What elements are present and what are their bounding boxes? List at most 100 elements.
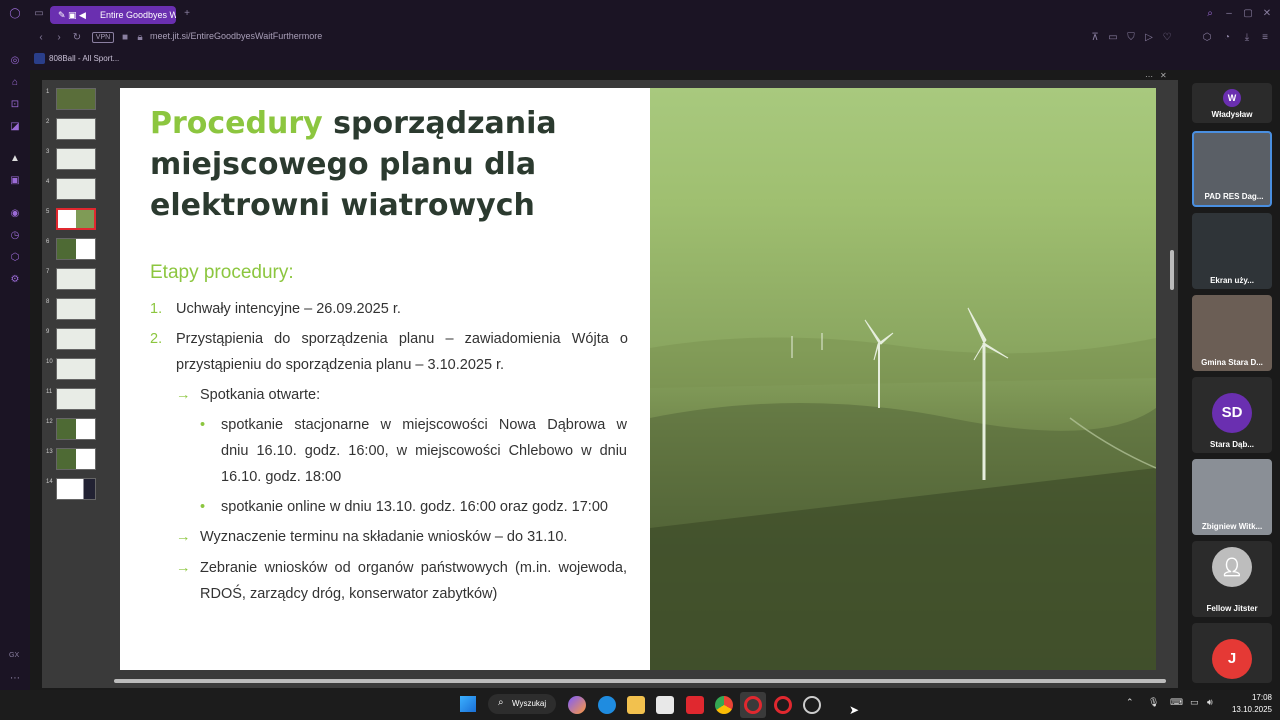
item1-text: Uchwały intencyjne – 26.09.2025 r. — [176, 301, 401, 317]
bullet1-line-3: 16.10. godz. 18:00 — [221, 469, 342, 485]
back-icon[interactable]: ‹ — [34, 31, 48, 45]
sidebar-twitch-icon[interactable]: ▣ — [8, 174, 22, 188]
thumbnail-number: 4 — [46, 179, 50, 185]
bookmark-808ball[interactable]: 808Ball - All Sport... — [49, 54, 119, 63]
maximize-icon[interactable]: ▢ — [1241, 7, 1255, 21]
bullet2-text: spotkanie online w dniu 13.10. godz. 16:… — [221, 499, 608, 515]
active-tab[interactable]: ✎ ▣ ◀ Entire Goodbyes W — [50, 6, 176, 24]
item2-line-1: Przystąpienia do sporządzenia planu – za… — [176, 331, 628, 347]
extensions-icon[interactable]: ⬡ — [1200, 31, 1214, 45]
sidebar-messenger-icon[interactable]: ◪ — [8, 120, 22, 134]
slide-thumbnail[interactable] — [56, 148, 96, 170]
screen-options-icon[interactable]: ⋯ — [1145, 72, 1153, 81]
taskbar-time[interactable]: 17:08 — [1226, 693, 1272, 702]
participant-avatar: SD — [1212, 393, 1252, 433]
screen-close-icon[interactable]: ✕ — [1160, 71, 1167, 80]
search-icon: ⌕ — [498, 697, 504, 708]
opera-gx-logo-icon[interactable]: ◯ — [8, 7, 22, 21]
slide-thumbnail[interactable] — [56, 478, 96, 500]
wps-icon[interactable] — [686, 696, 704, 714]
lock-icon[interactable]: 🔒︎ — [133, 31, 147, 45]
slide-thumbnail[interactable] — [56, 298, 96, 320]
participant-avatar: J — [1212, 639, 1252, 679]
slide-subtitle: Etapy procedury: — [150, 262, 294, 283]
windows-start-icon[interactable] — [460, 696, 476, 712]
participant-name: Gmina Stara D... — [1201, 358, 1263, 367]
reload-icon[interactable]: ↻ — [70, 31, 84, 45]
slide-thumbnail[interactable] — [56, 118, 96, 140]
participant-tile[interactable]: J — [1192, 623, 1272, 683]
clock-app-icon[interactable] — [803, 696, 821, 714]
pin-icon[interactable]: ⊼ — [1088, 31, 1102, 45]
participant-tile[interactable]: Gmina Stara D... — [1192, 295, 1272, 371]
minimize-icon[interactable]: – — [1222, 7, 1236, 21]
keyboard-icon[interactable]: ⌨ — [1170, 697, 1183, 708]
vertical-scrollbar[interactable] — [1170, 250, 1174, 290]
volume-icon[interactable]: 🔊︎ — [1207, 697, 1213, 708]
heart-icon[interactable]: ♡ — [1160, 31, 1174, 45]
slide-thumbnail[interactable] — [56, 238, 96, 260]
participant-tile[interactable]: PAD RES Dag... — [1192, 131, 1272, 207]
participant-tile[interactable]: Ekran uży... — [1192, 213, 1272, 289]
copilot-icon[interactable] — [568, 696, 586, 714]
shield-icon[interactable]: ⛉ — [1124, 31, 1138, 45]
mic-icon[interactable]: 🎙︎ — [1148, 697, 1159, 708]
workspaces-icon[interactable]: ▭ — [32, 7, 46, 21]
play-icon[interactable]: ▷ — [1142, 31, 1156, 45]
close-window-icon[interactable]: ✕ — [1260, 7, 1274, 21]
chrome-icon[interactable] — [715, 696, 733, 714]
url-text[interactable]: meet.jit.si/EntireGoodbyesWaitFurthermor… — [150, 31, 322, 41]
edge-icon[interactable] — [598, 696, 616, 714]
sub1-text: Spotkania otwarte: — [200, 387, 321, 403]
thumbnail-number: 12 — [46, 419, 53, 425]
sidebar-bag-icon[interactable]: ⌂ — [8, 76, 22, 90]
search-icon[interactable]: ⌕ — [1203, 7, 1217, 21]
slide-thumbnail[interactable] — [56, 208, 96, 230]
slide-thumbnail[interactable] — [56, 88, 96, 110]
taskbar-date[interactable]: 13.10.2025 — [1222, 705, 1272, 714]
slide-thumbnail[interactable] — [56, 448, 96, 470]
tray-chevron-icon[interactable]: ⌃ — [1126, 697, 1134, 708]
forward-icon[interactable]: › — [52, 31, 66, 45]
taskbar-search-box[interactable]: ⌕ Wyszukaj — [488, 694, 556, 714]
slide-thumbnail[interactable] — [56, 178, 96, 200]
participant-tile[interactable]: 👤︎ Fellow Jitster — [1192, 541, 1272, 617]
slide-thumbnail[interactable] — [56, 328, 96, 350]
vpn-badge[interactable]: VPN — [92, 32, 114, 43]
horizontal-scrollbar[interactable] — [114, 679, 1166, 683]
slide-thumbnail[interactable] — [56, 418, 96, 440]
slide-thumbnail[interactable] — [56, 358, 96, 380]
slide-thumbnail[interactable] — [56, 388, 96, 410]
bell-icon[interactable]: ◔ — [1220, 31, 1234, 45]
store-icon[interactable] — [656, 696, 674, 714]
wind-turbines-image — [650, 307, 1156, 670]
display-icon[interactable]: ▭ — [1190, 697, 1199, 708]
participant-avatar: W — [1223, 89, 1241, 107]
sidebar-extensions-icon[interactable]: ⬡ — [8, 251, 22, 265]
participant-tile[interactable]: W Władysław — [1192, 83, 1272, 123]
sidebar-history-icon[interactable]: ◷ — [8, 229, 22, 243]
thumbnail-number: 1 — [46, 89, 50, 95]
sidebar-more-icon[interactable]: ⋯ — [8, 672, 22, 686]
slide-title-accent: Procedury — [150, 106, 323, 141]
sidebar-player-icon[interactable]: ◉ — [8, 207, 22, 221]
participant-tile[interactable]: Zbigniew Witk... — [1192, 459, 1272, 535]
sidebar-arrow-icon[interactable]: ▲ — [8, 152, 22, 166]
tab-audio-icon: ✎ ▣ ◀ — [58, 10, 86, 20]
slide-thumbnail[interactable] — [56, 268, 96, 290]
slide-title-line-3: elektrowni wiatrowych — [150, 188, 535, 223]
camera-icon[interactable]: ■ — [118, 31, 132, 45]
participant-name: Fellow Jitster — [1206, 604, 1258, 613]
sidebar-controller-icon[interactable]: ⊡ — [8, 98, 22, 112]
new-tab-icon[interactable]: + — [180, 7, 194, 21]
user-icon: 👤︎ — [1212, 547, 1252, 587]
participant-tile[interactable]: SD Stara Dąb... — [1192, 377, 1272, 453]
snapshot-icon[interactable]: ▭ — [1106, 31, 1120, 45]
menu-icon[interactable]: ≡ — [1258, 31, 1272, 45]
download-icon[interactable]: ⤓ — [1240, 31, 1254, 45]
sidebar-settings-icon[interactable]: ⚙ — [8, 273, 22, 287]
sidebar-home-icon[interactable]: ◎ — [8, 54, 22, 68]
opera-gx-taskbar-icon[interactable] — [744, 696, 762, 714]
file-explorer-icon[interactable] — [627, 696, 645, 714]
opera-taskbar-icon[interactable] — [774, 696, 792, 714]
